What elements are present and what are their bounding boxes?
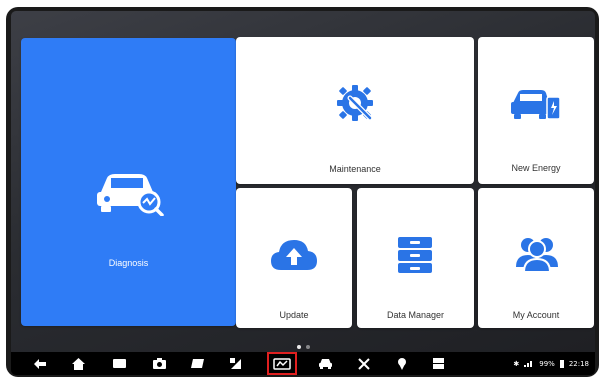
- home-screen: Diagnosis Maintenance New Energy Update …: [11, 11, 595, 352]
- users-icon: [516, 233, 558, 273]
- battery-icon: [559, 359, 564, 368]
- bluetooth-icon: ✱: [513, 359, 520, 368]
- back-icon[interactable]: [29, 352, 51, 375]
- car-diagnosis-icon: [93, 166, 165, 216]
- new-energy-tile[interactable]: New Energy: [478, 37, 594, 184]
- car-icon[interactable]: [314, 352, 336, 375]
- pin-icon[interactable]: [391, 352, 413, 375]
- gallery-icon[interactable]: [186, 352, 208, 375]
- camera-icon[interactable]: [148, 352, 170, 375]
- maintenance-label: Maintenance: [329, 164, 381, 174]
- page-dot: [305, 345, 310, 349]
- diagnosis-tile[interactable]: Diagnosis: [21, 38, 236, 326]
- new-energy-label: New Energy: [511, 163, 561, 173]
- settings-tool-icon[interactable]: [353, 352, 375, 375]
- my-account-tile[interactable]: My Account: [478, 188, 594, 328]
- recent-apps-icon[interactable]: [108, 352, 130, 375]
- cloud-upload-icon: [269, 236, 319, 272]
- my-account-label: My Account: [512, 310, 560, 320]
- diagnosis-label: Diagnosis: [108, 258, 149, 268]
- update-label: Update: [279, 310, 309, 320]
- vci-icon[interactable]: [267, 352, 297, 375]
- wrench-gear-icon: [334, 82, 376, 124]
- data-manager-label: Data Manager: [386, 310, 445, 320]
- update-tile[interactable]: Update: [236, 188, 352, 328]
- page-dot-active: [296, 345, 301, 349]
- status-area: ✱ 99% 22:18: [513, 352, 589, 375]
- wifi-signal-icon: [524, 360, 534, 367]
- file-drawer-icon: [395, 235, 435, 275]
- maintenance-tile[interactable]: Maintenance: [236, 37, 474, 184]
- battery-level: 99%: [539, 359, 555, 368]
- car-charging-icon: [511, 87, 561, 123]
- page-indicator: [11, 345, 595, 349]
- data-manager-tile[interactable]: Data Manager: [357, 188, 474, 328]
- home-icon[interactable]: [67, 352, 89, 375]
- grid-icon[interactable]: [427, 352, 449, 375]
- status-time: 22:18: [568, 359, 589, 368]
- screenshot-icon[interactable]: [225, 352, 247, 375]
- navigation-bar: ✱ 99% 22:18: [11, 352, 595, 375]
